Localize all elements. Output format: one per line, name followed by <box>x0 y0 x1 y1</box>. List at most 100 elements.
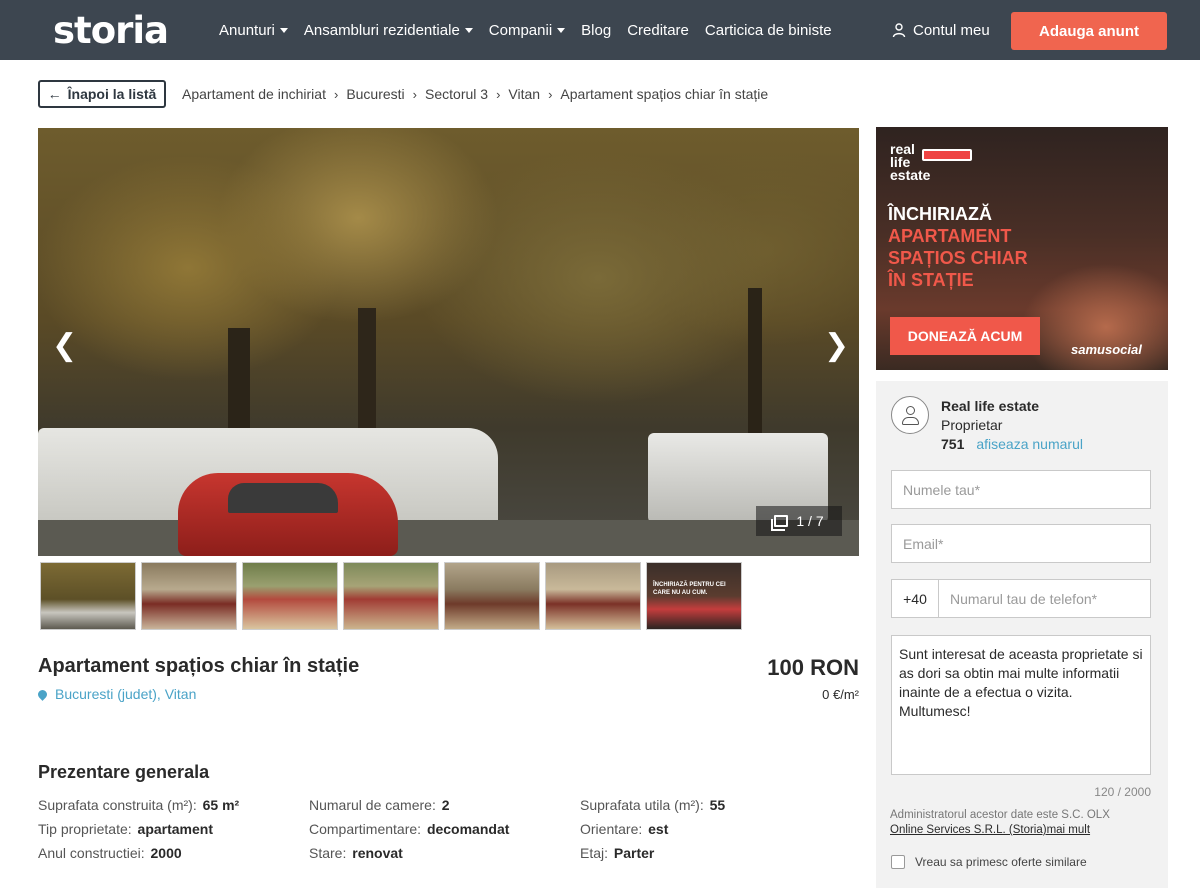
account-link[interactable]: Contul meu <box>892 0 990 60</box>
spec-value: decomandat <box>426 821 510 837</box>
spec-item: Etaj: Parter <box>580 845 859 863</box>
ad-headline-line: APARTAMENT <box>888 226 1012 246</box>
phone-prefix: 751 <box>941 436 965 452</box>
spec-label: Numarul de camere: <box>309 797 436 813</box>
similar-offers-optin[interactable]: Vreau sa primesc oferte similare <box>891 855 1087 869</box>
ad-headline: ÎNCHIRIAZĂ APARTAMENT SPAȚIOS CHIAR ÎN S… <box>888 203 1028 291</box>
chevron-left-icon[interactable]: ❮ <box>52 328 77 363</box>
nav-companii[interactable]: Companii <box>488 21 566 39</box>
phone-placeholder: Numarul tau de telefon* <box>950 590 1098 607</box>
character-counter: 120 / 2000 <box>1094 785 1151 799</box>
spec-value: renovat <box>352 845 403 861</box>
ad-headline-line: SPAȚIOS CHIAR <box>888 248 1028 268</box>
caret-down-icon <box>557 27 566 33</box>
spec-label: Tip proprietate: <box>38 821 132 837</box>
arrow-left-icon: ← <box>47 86 62 102</box>
spec-value: est <box>648 821 669 837</box>
caret-down-icon <box>279 27 288 33</box>
spec-item: Compartimentare: decomandat <box>309 821 580 839</box>
ad-brand: samusocial <box>1071 342 1142 357</box>
top-navigation-bar: storia Anunturi Ansambluri rezidentiale … <box>0 0 1200 60</box>
name-field[interactable]: Numele tau* <box>891 470 1151 509</box>
bench-icon <box>922 149 972 161</box>
back-label: Înapoi la listă <box>67 86 157 102</box>
photo-counter-text: 1 / 7 <box>796 513 824 529</box>
spec-item: Suprafata utila (m²): 55 <box>580 797 859 815</box>
add-listing-button[interactable]: Adauga anunt <box>1011 12 1167 50</box>
breadcrumb-item[interactable]: Sectorul 3 <box>425 86 488 102</box>
donate-button[interactable]: DONEAZĂ ACUM <box>890 317 1040 355</box>
nav-label: Blog <box>581 21 612 39</box>
spec-value: 55 <box>709 797 726 813</box>
avatar-icon <box>902 417 919 425</box>
avatar <box>891 396 929 434</box>
spec-value: 65 m² <box>202 797 240 813</box>
agent-name[interactable]: Real life estate <box>941 398 1039 414</box>
admin-note-text: Administratorul acestor date este S.C. O… <box>890 809 1110 821</box>
photo-gallery[interactable]: ❮ ❯ 1 / 7 <box>38 128 859 556</box>
chevron-right-icon[interactable]: ❯ <box>824 328 849 363</box>
listing-price: 100 RON <box>767 655 859 680</box>
storia-logo[interactable]: storia <box>53 9 169 52</box>
ad-headline-line: ÎNCHIRIAZĂ <box>888 204 992 224</box>
ad-logo-line: estate <box>890 167 931 183</box>
thumbnail[interactable] <box>141 562 237 630</box>
email-field[interactable]: Email* <box>891 524 1151 563</box>
ad-headline-line: ÎN STAȚIE <box>888 270 974 290</box>
breadcrumb-current: Apartament spațios chiar în stație <box>560 86 769 102</box>
spec-label: Orientare: <box>580 821 643 837</box>
spec-value: Parter <box>613 845 655 861</box>
breadcrumb-item[interactable]: Apartament de inchiriat <box>182 86 326 102</box>
spec-item: Numarul de camere: 2 <box>309 797 580 815</box>
spec-value: 2 <box>441 797 450 813</box>
thumbnail[interactable] <box>343 562 439 630</box>
nav-blog[interactable]: Blog <box>581 22 611 39</box>
chevron-right-icon: › <box>548 86 553 102</box>
chevron-right-icon: › <box>496 86 501 102</box>
thumbnail[interactable] <box>545 562 641 630</box>
contact-panel: Real life estate Proprietar 751 afiseaza… <box>876 381 1168 888</box>
advertisement-banner[interactable]: real life estate ÎNCHIRIAZĂ APARTAMENT S… <box>876 127 1168 370</box>
location-pin-icon <box>36 687 49 701</box>
photo-detail <box>38 520 859 556</box>
checkbox[interactable] <box>891 855 905 869</box>
nav-label: Anunturi <box>219 21 275 39</box>
nav-label: Carticica de biniste <box>704 21 832 39</box>
user-icon <box>892 22 906 37</box>
thumbnail[interactable]: ÎNCHIRIAZĂ PENTRU CEI CARE NU AU CUM. <box>646 562 742 630</box>
spec-item: Anul constructiei: 2000 <box>38 845 309 863</box>
spec-label: Stare: <box>309 845 347 861</box>
back-to-list-button[interactable]: ← Înapoi la listă <box>38 80 166 108</box>
avatar-icon <box>906 406 915 415</box>
breadcrumb-item[interactable]: Bucuresti <box>346 86 404 102</box>
spec-label: Suprafata utila (m²): <box>580 797 704 813</box>
listing-location[interactable]: Bucuresti (judet), Vitan <box>36 686 196 702</box>
thumbnail[interactable] <box>444 562 540 630</box>
show-number-link[interactable]: afiseaza numarul <box>976 436 1083 452</box>
data-admin-note: Administratorul acestor date este S.C. O… <box>890 808 1160 838</box>
spec-label: Compartimentare: <box>309 821 422 837</box>
breadcrumb-item[interactable]: Vitan <box>508 86 540 102</box>
thumbnail-text: ÎNCHIRIAZĂ PENTRU CEI CARE NU AU CUM. <box>653 582 726 596</box>
phone-field[interactable]: +40 Numarul tau de telefon* <box>891 579 1151 618</box>
caret-down-icon <box>464 27 473 33</box>
thumbnail[interactable] <box>242 562 338 630</box>
spec-label: Etaj: <box>580 845 609 861</box>
nav-carticica[interactable]: Carticica de biniste <box>705 22 832 39</box>
thumbnail-strip: ÎNCHIRIAZĂ PENTRU CEI CARE NU AU CUM. <box>40 562 742 630</box>
nav-label: Companii <box>488 21 553 39</box>
phone-country-code[interactable]: +40 <box>892 580 939 617</box>
main-nav: Anunturi Ansambluri rezidentiale Compani… <box>219 0 832 60</box>
overview-specs: Suprafata construita (m²): 65 m² Numarul… <box>38 797 859 863</box>
photos-icon <box>771 515 789 531</box>
nav-ansambluri[interactable]: Ansambluri rezidentiale <box>304 22 473 39</box>
spec-item: Orientare: est <box>580 821 859 839</box>
listing-title: Apartament spațios chiar în stație <box>38 655 360 677</box>
admin-more-link[interactable]: Online Services S.R.L. (Storia)mai mult <box>890 823 1160 838</box>
nav-creditare[interactable]: Creditare <box>627 22 689 39</box>
nav-anunturi[interactable]: Anunturi <box>219 22 288 39</box>
thumbnail[interactable] <box>40 562 136 630</box>
message-textarea[interactable]: Sunt interesat de aceasta proprietate si… <box>891 635 1151 775</box>
nav-label: Ansambluri rezidentiale <box>303 21 460 39</box>
breadcrumb: Apartament de inchiriat › Bucuresti › Se… <box>182 86 768 102</box>
